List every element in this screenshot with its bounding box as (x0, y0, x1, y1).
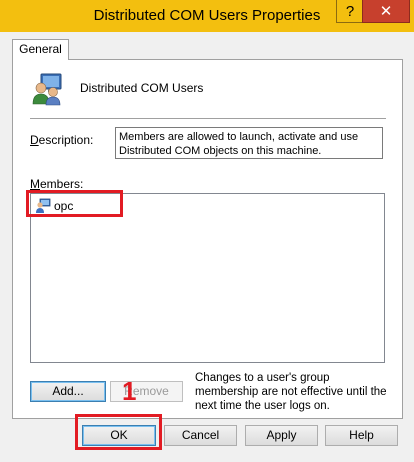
question-mark-icon: ? (345, 2, 355, 20)
members-list[interactable]: opc (30, 193, 385, 363)
annotation-highlight-member (26, 190, 123, 217)
add-button[interactable]: Add... (30, 381, 106, 402)
apply-button[interactable]: Apply (245, 425, 318, 446)
title-help-button[interactable]: ? (336, 0, 364, 23)
group-name: Distributed COM Users (80, 81, 204, 95)
description-field[interactable]: Members are allowed to launch, activate … (115, 127, 383, 159)
close-icon: ✕ (379, 3, 393, 20)
help-button-label: Help (349, 428, 374, 442)
help-button[interactable]: Help (325, 425, 398, 446)
tab-general[interactable]: General (12, 39, 69, 60)
add-button-label: Add... (52, 384, 84, 398)
apply-button-label: Apply (266, 428, 297, 442)
description-label: Description: (30, 133, 94, 147)
user-group-icon (32, 73, 62, 106)
cancel-button-label: Cancel (181, 428, 220, 442)
membership-note: Changes to a user's group membership are… (195, 372, 387, 412)
tab-general-label: General (19, 42, 62, 56)
members-label: Members: (30, 177, 84, 191)
description-label-text: escription: (38, 133, 94, 147)
remove-button[interactable]: Remove (110, 381, 183, 402)
members-label-text: embers: (40, 177, 84, 191)
annotation-step-number: 1 (122, 376, 137, 406)
annotation-highlight-ok (75, 414, 162, 450)
divider (30, 118, 386, 120)
title-close-button[interactable]: ✕ (362, 0, 410, 23)
cancel-button[interactable]: Cancel (164, 425, 237, 446)
